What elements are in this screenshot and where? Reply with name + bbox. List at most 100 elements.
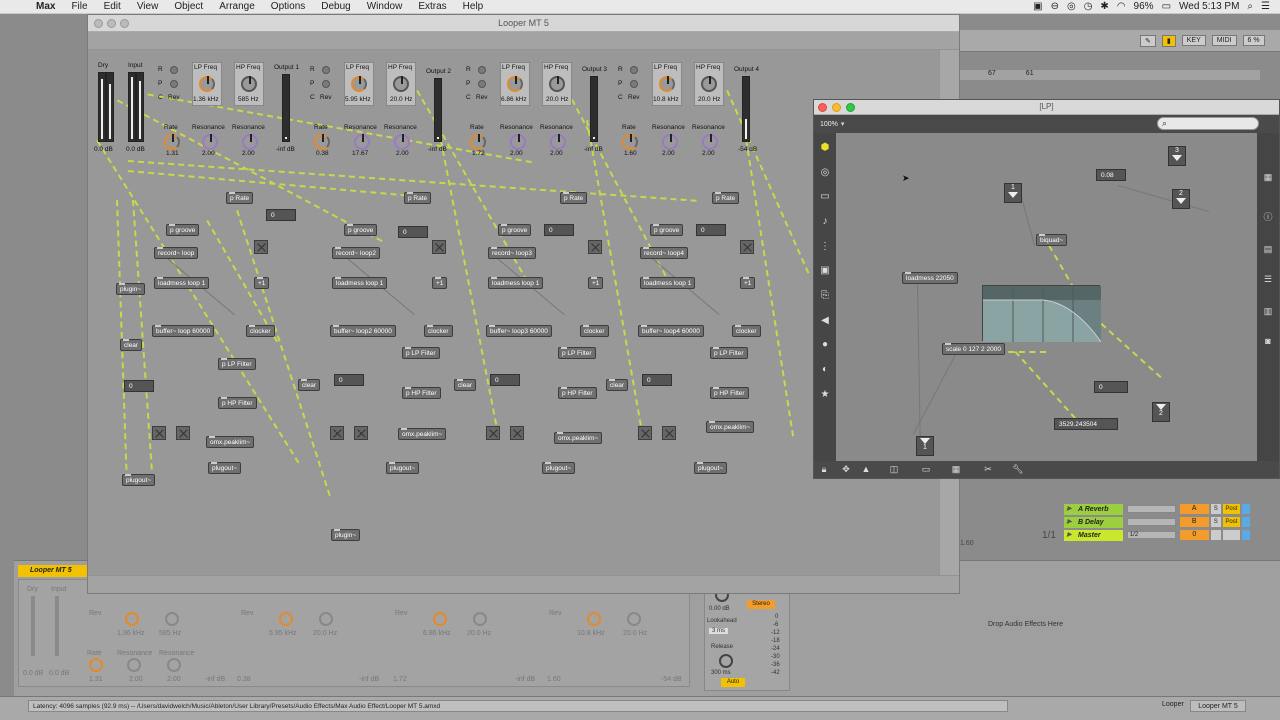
p-rate-object[interactable]: p Rate: [712, 192, 740, 204]
p-hp-filter-object[interactable]: p HP Filter: [218, 397, 257, 409]
hp-freq-knob[interactable]: [627, 612, 641, 626]
hp-freq-dial[interactable]: [241, 76, 257, 92]
p-hp-filter-object[interactable]: p HP Filter: [402, 387, 441, 399]
number-box[interactable]: 0: [334, 374, 364, 386]
master-track-name[interactable]: Master: [1064, 529, 1123, 541]
clocker-object[interactable]: clocker: [580, 325, 609, 337]
patch-cord[interactable]: [1048, 245, 1075, 290]
toggle[interactable]: [510, 426, 524, 440]
loadmess-object[interactable]: loadmess 22050: [902, 272, 958, 284]
resonance-dial[interactable]: [242, 134, 258, 150]
sync-icon[interactable]: ⊖: [1051, 1, 1059, 12]
master-track[interactable]: Master 1/2 0: [1064, 529, 1250, 541]
post-button[interactable]: Post: [1222, 517, 1241, 527]
biquad-object[interactable]: biquad~: [1036, 234, 1068, 246]
play-led[interactable]: [170, 80, 178, 88]
wifi-icon[interactable]: ◠: [1117, 1, 1126, 12]
lock-icon[interactable]: 🔒︎: [818, 463, 830, 475]
toggle[interactable]: [330, 426, 344, 440]
loadmess-object[interactable]: loadmess loop 1: [640, 277, 696, 289]
wrench-icon[interactable]: 🔧︎: [1012, 463, 1024, 475]
frequency-number-box[interactable]: 3529.243504: [1054, 418, 1118, 430]
float-number-box[interactable]: 0.08: [1096, 169, 1126, 181]
bluetooth-icon[interactable]: ✱: [1100, 1, 1108, 12]
track-activator[interactable]: B: [1179, 517, 1209, 527]
presentation-icon[interactable]: ✥: [840, 463, 852, 475]
patch-cord[interactable]: [127, 170, 427, 199]
patch-cord[interactable]: [96, 140, 300, 464]
lp-freq-dial[interactable]: [351, 76, 367, 92]
hp-freq-dial[interactable]: [701, 76, 717, 92]
grid-icon[interactable]: ▦: [950, 463, 962, 475]
clock[interactable]: Wed 5:13 PM: [1179, 1, 1239, 12]
record-led[interactable]: [478, 66, 486, 74]
play-led[interactable]: [630, 80, 638, 88]
dry-meter[interactable]: [98, 72, 106, 142]
buffer-object[interactable]: buffer~ loop 60000: [152, 325, 215, 337]
key-button[interactable]: KEY: [1181, 35, 1206, 46]
p-lp-filter-object[interactable]: p LP Filter: [558, 347, 596, 359]
outlet-1[interactable]: 1: [916, 436, 934, 456]
play-led[interactable]: [322, 80, 330, 88]
dial-icon[interactable]: ◐: [818, 363, 832, 377]
return-track-a[interactable]: A Reverb A S Post: [1064, 503, 1250, 515]
number-box[interactable]: 0: [398, 226, 428, 238]
drop-effects-hint[interactable]: Drop Audio Effects Here: [988, 621, 1063, 628]
clear-message[interactable]: clear: [454, 379, 477, 391]
peaklim-object[interactable]: omx.peaklim~: [554, 432, 603, 444]
patch-cord[interactable]: [1021, 197, 1035, 246]
hp-freq-dial[interactable]: [549, 76, 565, 92]
patcher-canvas[interactable]: Dry Input 0.0 dB 0.0 dB R P C Rev LP Fre…: [88, 50, 939, 577]
lp-freq-knob[interactable]: [433, 612, 447, 626]
plus-one-object[interactable]: +1: [432, 277, 448, 289]
grid-icon[interactable]: ▦: [1262, 171, 1274, 183]
buffer-object[interactable]: buffer~ loop3 60000: [486, 325, 552, 337]
number-box[interactable]: 0: [544, 224, 574, 236]
p-lp-filter-object[interactable]: p LP Filter: [218, 358, 256, 370]
peaklim-object[interactable]: omx.peaklim~: [398, 428, 447, 440]
record-object[interactable]: record~ loop: [154, 247, 199, 259]
lp-freq-knob[interactable]: [587, 612, 601, 626]
p-groove-object[interactable]: p groove: [650, 224, 684, 236]
number-box[interactable]: 0: [124, 380, 154, 392]
lookahead-select[interactable]: 3 ms: [709, 628, 729, 634]
clear-message[interactable]: clear: [606, 379, 629, 391]
timemachine-icon[interactable]: ◷: [1084, 1, 1093, 12]
release-knob[interactable]: [719, 654, 733, 668]
master-routing[interactable]: 1/2: [1126, 531, 1176, 539]
rate-dial[interactable]: [164, 134, 180, 150]
patch-cord[interactable]: [726, 90, 810, 274]
master-solo[interactable]: [1210, 530, 1221, 540]
menu-window[interactable]: Window: [359, 1, 411, 12]
resonance-dial[interactable]: [202, 134, 218, 150]
p-rate-object[interactable]: p Rate: [560, 192, 588, 204]
chevron-down-icon[interactable]: ▾: [841, 120, 845, 128]
lp-patcher-canvas[interactable]: ➤ 3 1 2 0.08 biquad~ loadmess 22050 scal: [836, 133, 1258, 462]
star-icon[interactable]: ★: [818, 388, 832, 402]
stereo-button[interactable]: Stereo: [747, 600, 775, 609]
lp-freq-dial[interactable]: [659, 76, 675, 92]
buffer-object[interactable]: buffer~ loop2 60000: [330, 325, 396, 337]
zoom-select[interactable]: 100%: [820, 121, 838, 128]
resonance-dial[interactable]: [354, 134, 370, 150]
music-icon[interactable]: ♪: [818, 215, 832, 229]
p-lp-filter-object[interactable]: p LP Filter: [710, 347, 748, 359]
inlet-1[interactable]: 1: [1004, 183, 1022, 203]
buffer-object[interactable]: buffer~ loop4 60000: [638, 325, 704, 337]
debug-icon[interactable]: ✂: [982, 463, 994, 475]
toggle[interactable]: [176, 426, 190, 440]
list-icon[interactable]: ☰: [1262, 273, 1274, 285]
record-led[interactable]: [630, 66, 638, 74]
toggle[interactable]: [254, 240, 268, 254]
patch-cord[interactable]: [1117, 185, 1210, 213]
looper-titlebar[interactable]: Looper MT 5: [88, 15, 959, 32]
clocker-object[interactable]: clocker: [246, 325, 275, 337]
clocker-object[interactable]: clocker: [424, 325, 453, 337]
post-button[interactable]: Post: [1222, 504, 1241, 514]
dry-meter[interactable]: [106, 72, 114, 142]
menu-arrange[interactable]: Arrange: [211, 1, 263, 12]
p-rate-object[interactable]: p Rate: [404, 192, 432, 204]
send-fader[interactable]: [1126, 518, 1176, 526]
master-post[interactable]: [1222, 530, 1241, 540]
hp-freq-knob[interactable]: [165, 612, 179, 626]
